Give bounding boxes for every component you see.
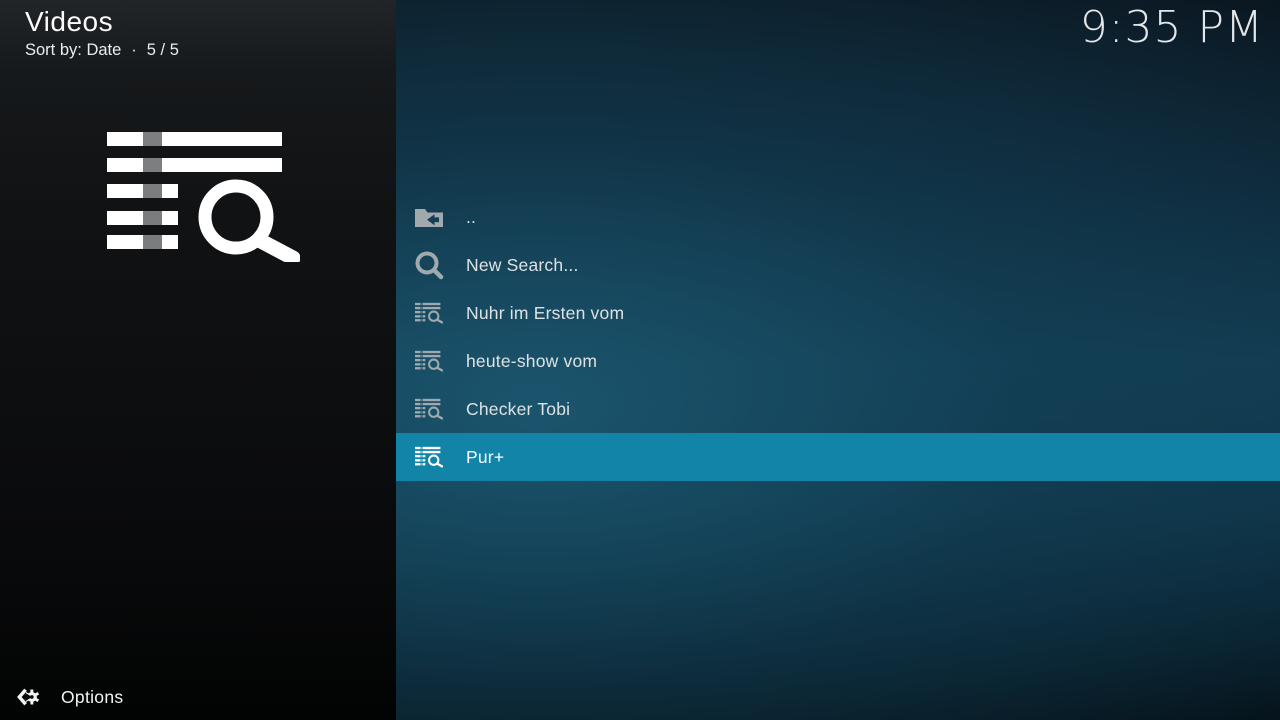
options-label: Options — [61, 687, 123, 708]
list-search-icon — [415, 301, 443, 325]
list-item[interactable]: Checker Tobi — [396, 385, 1280, 433]
list-search-hero-icon — [107, 132, 300, 262]
item-count: 5 / 5 — [147, 41, 179, 60]
list-item-label: heute-show vom — [466, 351, 597, 372]
sort-status: Sort by: Date · 5 / 5 — [25, 41, 179, 60]
list-item[interactable]: Pur+ — [396, 433, 1280, 481]
row-icon-box — [413, 250, 444, 280]
options-gear-icon — [16, 686, 41, 708]
list-item-label: Nuhr im Ersten vom — [466, 303, 624, 324]
row-icon-box — [413, 207, 444, 227]
options-button[interactable]: Options — [0, 674, 396, 720]
kodi-screen: 9:35 PM — [0, 0, 1280, 720]
page-header: Videos Sort by: Date · 5 / 5 — [25, 6, 179, 60]
row-icon-box — [413, 445, 444, 469]
list-item[interactable]: .. — [396, 193, 1280, 241]
list-search-icon — [415, 397, 443, 421]
row-icon-box — [413, 349, 444, 373]
list-item-label: Checker Tobi — [466, 399, 570, 420]
file-list: .. — [396, 193, 1280, 481]
row-icon-box — [413, 301, 444, 325]
sort-label: Sort by: Date — [25, 41, 121, 60]
list-item-label: .. — [466, 207, 476, 228]
list-search-icon — [415, 445, 443, 469]
left-panel: Videos Sort by: Date · 5 / 5 — [0, 0, 396, 720]
list-item-label: Pur+ — [466, 447, 504, 468]
list-item[interactable]: Nuhr im Ersten vom — [396, 289, 1280, 337]
list-item[interactable]: heute-show vom — [396, 337, 1280, 385]
list-item[interactable]: New Search... — [396, 241, 1280, 289]
clock: 9:35 PM — [1080, 2, 1264, 53]
search-icon — [414, 250, 444, 280]
row-icon-box — [413, 397, 444, 421]
page-title: Videos — [25, 6, 179, 38]
list-search-icon — [415, 349, 443, 373]
separator-dot: · — [131, 41, 137, 60]
list-item-label: New Search... — [466, 255, 579, 276]
folder-up-icon — [415, 207, 443, 227]
content-panel: 9:35 PM — [396, 0, 1280, 720]
